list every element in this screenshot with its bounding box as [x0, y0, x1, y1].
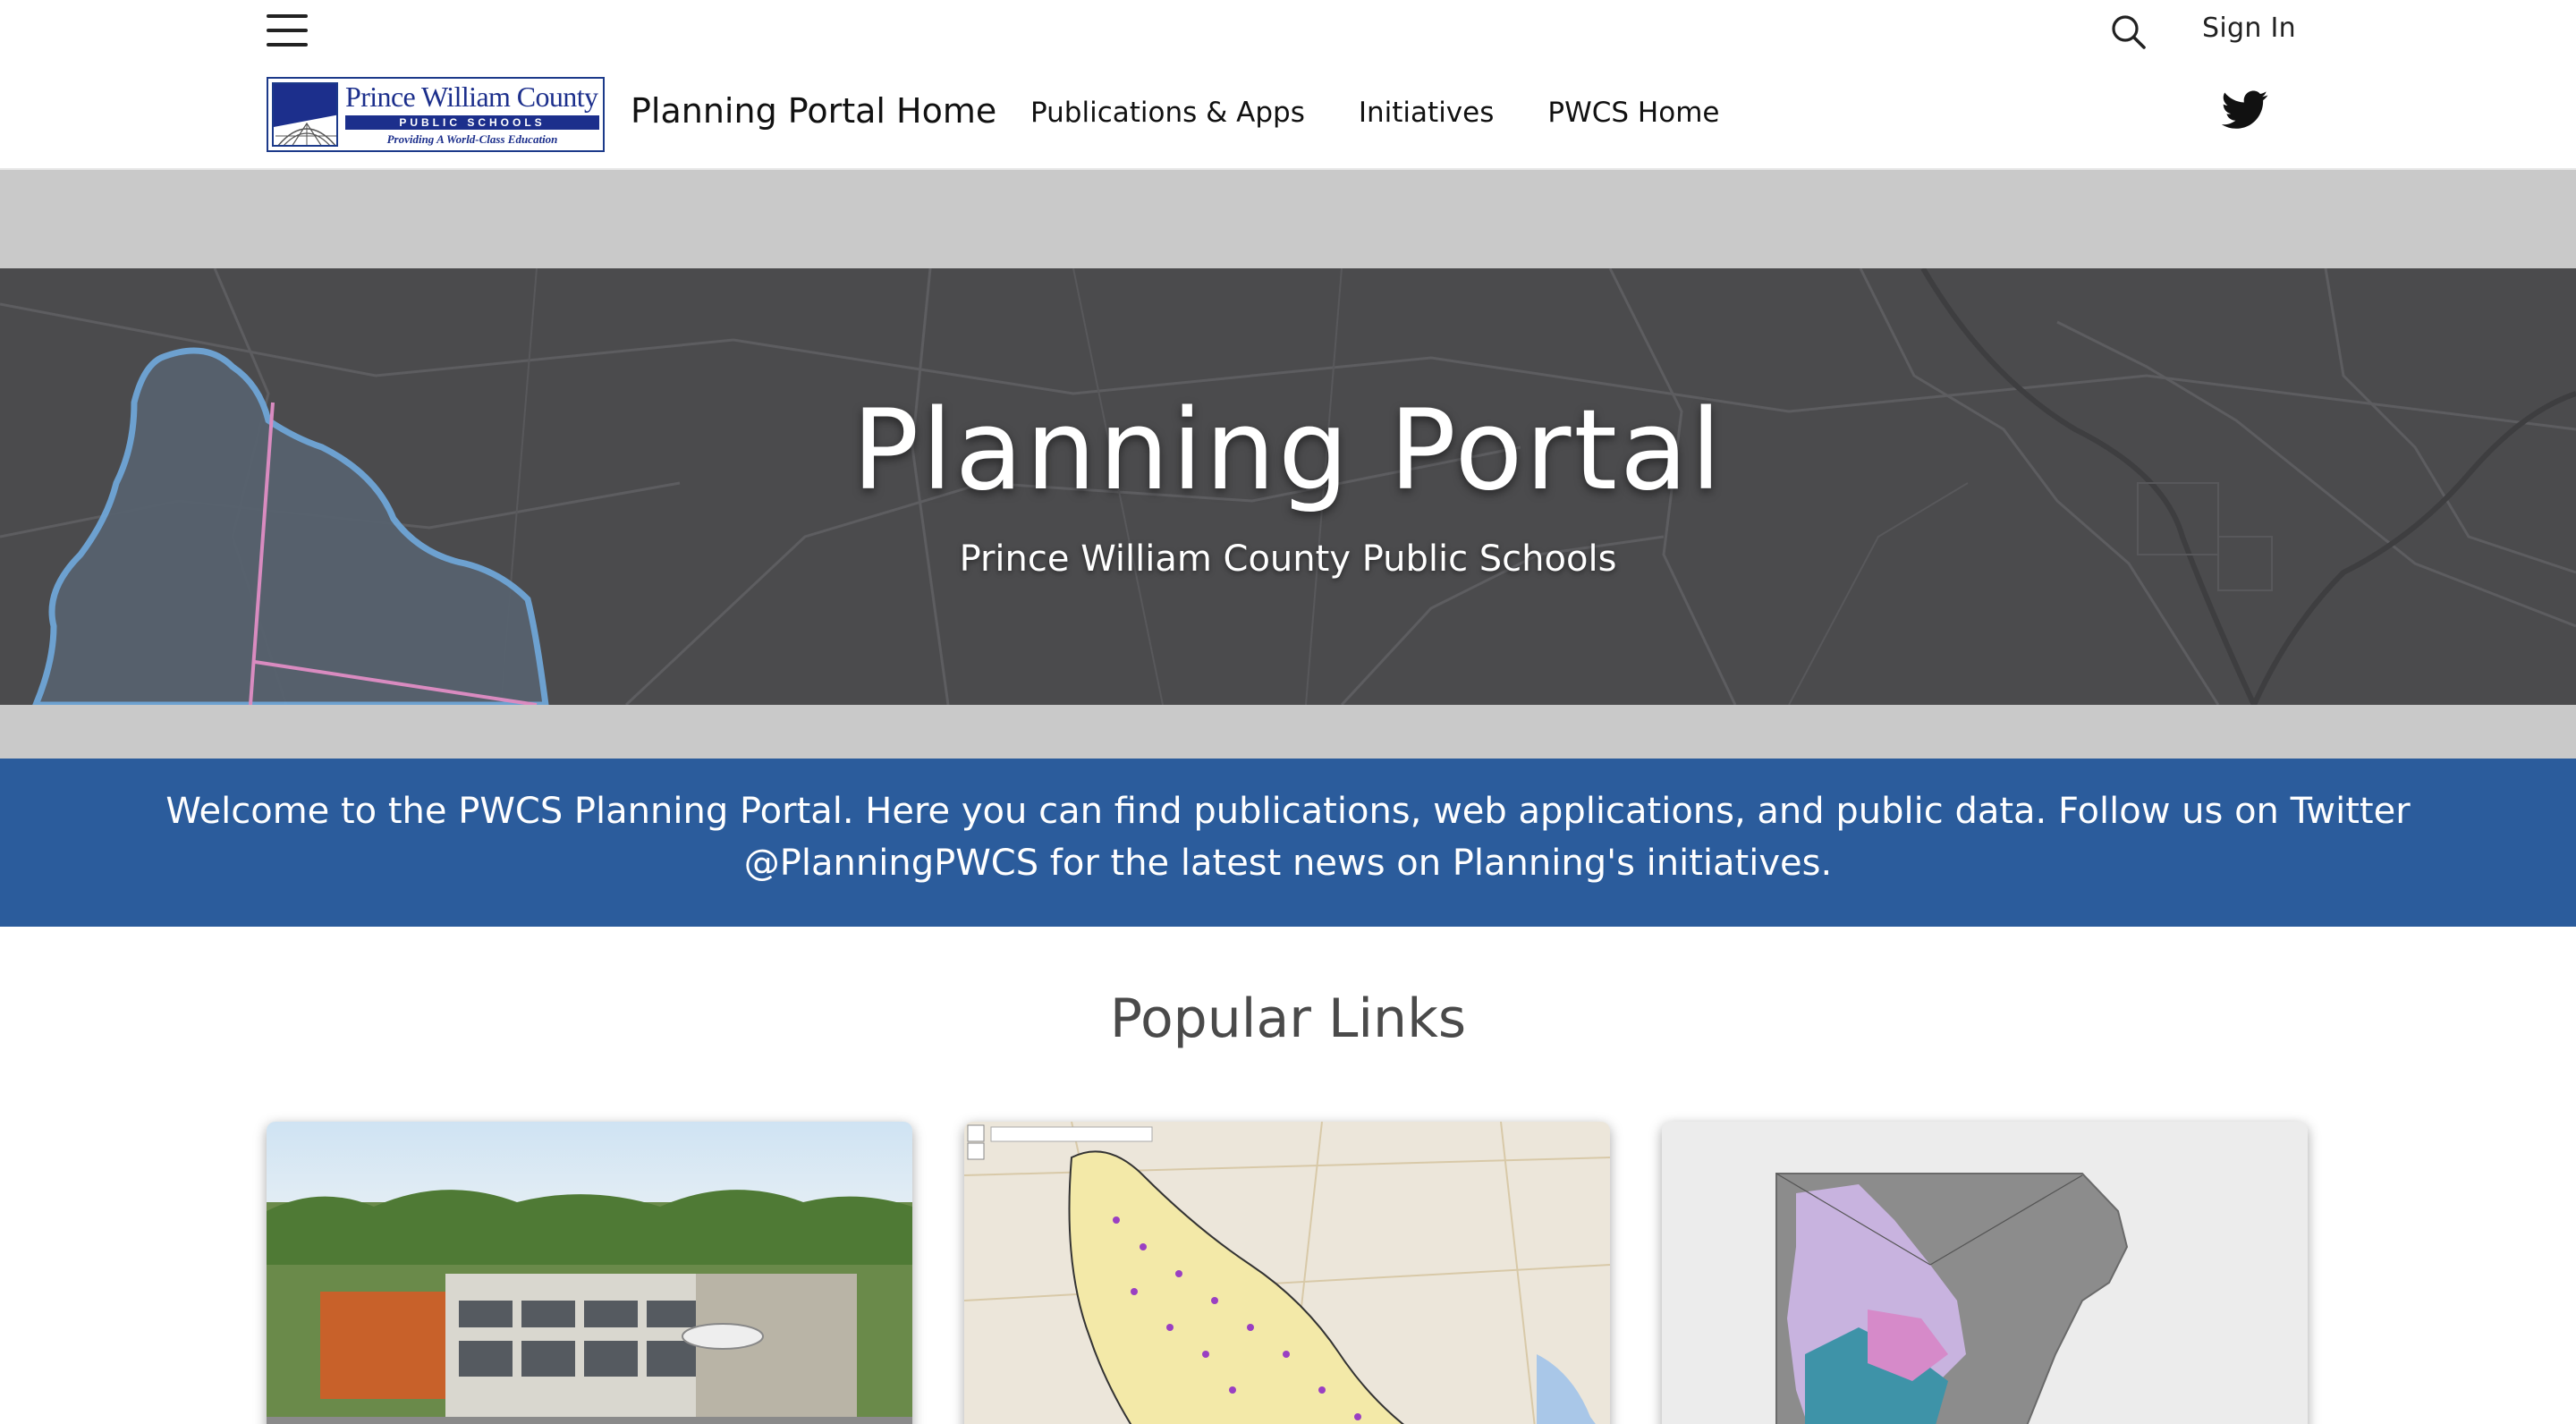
popular-links-heading: Popular Links	[1109, 987, 1467, 1050]
hero-top-spacer	[0, 170, 2576, 268]
hero-title: Planning Portal	[852, 386, 1724, 515]
welcome-text: Welcome to the PWCS Planning Portal. Her…	[165, 791, 2411, 884]
logo-globe-emblem	[272, 82, 338, 147]
nav-pwcs-home[interactable]: PWCS Home	[1547, 97, 1719, 129]
popular-link-card-school-locator-map[interactable]	[964, 1122, 1610, 1424]
hero-banner: Planning Portal Prince William County Pu…	[0, 268, 2576, 705]
twitter-bird-icon[interactable]	[2221, 89, 2268, 131]
main-navigation: Prince William County PUBLIC SCHOOLS Pro…	[0, 61, 2576, 170]
nav-links: Publications & Apps Initiatives PWCS Hom…	[1030, 97, 1719, 129]
boundary-map-thumbnail	[1662, 1122, 2308, 1424]
nav-publications-apps[interactable]: Publications & Apps	[1030, 97, 1305, 129]
popular-link-card-school-building[interactable]	[267, 1122, 912, 1424]
welcome-band: Welcome to the PWCS Planning Portal. Her…	[0, 759, 2576, 927]
logo-band: PUBLIC SCHOOLS	[345, 115, 599, 130]
logo-motto: Providing A World-Class Education	[386, 132, 558, 146]
popular-link-card-boundary-map[interactable]	[1662, 1122, 2308, 1424]
pwcs-logo[interactable]: Prince William County PUBLIC SCHOOLS Pro…	[267, 77, 605, 152]
menu-line	[267, 29, 308, 32]
planning-portal-home-link[interactable]: Planning Portal Home	[631, 91, 996, 131]
top-utility-bar: Sign In	[0, 0, 2576, 61]
school-building-image	[267, 1122, 912, 1424]
logo-wordmark: Prince William County	[345, 81, 598, 113]
school-map-thumbnail	[964, 1122, 1610, 1424]
search-icon[interactable]	[2107, 11, 2150, 54]
menu-line	[267, 14, 308, 18]
hero-bottom-spacer	[0, 705, 2576, 759]
sign-in-link[interactable]: Sign In	[2202, 13, 2296, 44]
menu-line	[267, 43, 308, 47]
hero-subtitle: Prince William County Public Schools	[959, 538, 1617, 580]
nav-initiatives[interactable]: Initiatives	[1359, 97, 1495, 129]
hamburger-menu-icon[interactable]	[267, 9, 309, 52]
